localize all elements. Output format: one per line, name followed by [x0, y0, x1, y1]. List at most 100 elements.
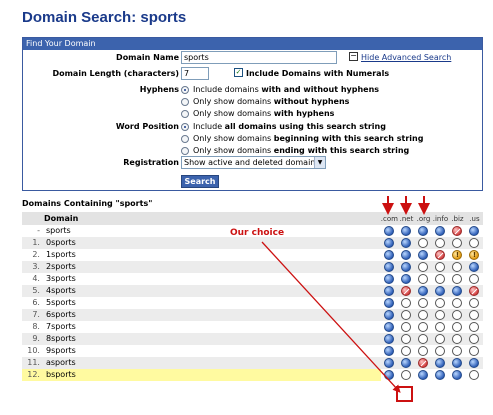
taken-globe-icon[interactable]: [435, 357, 446, 368]
taken-globe-icon[interactable]: [384, 321, 395, 332]
available-circle-icon[interactable]: [418, 333, 429, 344]
taken-globe-icon[interactable]: [418, 249, 429, 260]
taken-globe-icon[interactable]: [401, 261, 412, 272]
registration-label: Registration: [123, 158, 179, 167]
available-circle-icon[interactable]: [435, 321, 446, 332]
taken-globe-icon[interactable]: [418, 369, 429, 380]
deleted-no-icon[interactable]: [401, 285, 412, 296]
collapse-icon[interactable]: −: [349, 52, 358, 61]
taken-globe-icon[interactable]: [384, 285, 395, 296]
available-circle-icon[interactable]: [469, 309, 480, 320]
available-circle-icon[interactable]: [418, 237, 429, 248]
deleted-no-icon[interactable]: [418, 357, 429, 368]
taken-globe-icon[interactable]: [418, 285, 429, 296]
available-circle-icon[interactable]: [418, 345, 429, 356]
available-circle-icon[interactable]: [401, 333, 412, 344]
taken-globe-icon[interactable]: [435, 225, 446, 236]
hyphens-radio-1[interactable]: [181, 98, 189, 106]
warning-icon[interactable]: [469, 249, 480, 260]
taken-globe-icon[interactable]: [452, 285, 463, 296]
available-circle-icon[interactable]: [452, 333, 463, 344]
taken-globe-icon[interactable]: [384, 237, 395, 248]
word-position-option-prefix: Only show domains: [193, 134, 274, 143]
taken-globe-icon[interactable]: [401, 273, 412, 284]
available-circle-icon[interactable]: [435, 345, 446, 356]
taken-globe-icon[interactable]: [401, 249, 412, 260]
hyphens-radio-2[interactable]: [181, 110, 189, 118]
taken-globe-icon[interactable]: [469, 225, 480, 236]
tld-cell-biz: [448, 225, 466, 237]
available-circle-icon[interactable]: [418, 321, 429, 332]
taken-globe-icon[interactable]: [384, 273, 395, 284]
available-circle-icon[interactable]: [435, 309, 446, 320]
available-circle-icon[interactable]: [469, 321, 480, 332]
deleted-no-icon[interactable]: [469, 285, 480, 296]
available-circle-icon[interactable]: [452, 273, 463, 284]
word-position-option-emphasis: beginning with this search string: [273, 134, 424, 143]
available-circle-icon[interactable]: [469, 369, 480, 380]
domain-name-input[interactable]: sports: [181, 51, 337, 64]
domain-name-cell: 9sports: [43, 345, 381, 357]
available-circle-icon[interactable]: [418, 273, 429, 284]
taken-globe-icon[interactable]: [435, 285, 446, 296]
taken-globe-icon[interactable]: [384, 249, 395, 260]
available-circle-icon[interactable]: [401, 321, 412, 332]
deleted-no-icon[interactable]: [452, 225, 463, 236]
available-circle-icon[interactable]: [435, 261, 446, 272]
taken-globe-icon[interactable]: [384, 297, 395, 308]
tld-cell-info: [431, 261, 449, 273]
available-circle-icon[interactable]: [401, 369, 412, 380]
available-circle-icon[interactable]: [435, 333, 446, 344]
available-circle-icon[interactable]: [418, 261, 429, 272]
taken-globe-icon[interactable]: [384, 369, 395, 380]
taken-globe-icon[interactable]: [384, 225, 395, 236]
available-circle-icon[interactable]: [452, 261, 463, 272]
taken-globe-icon[interactable]: [384, 261, 395, 272]
hide-advanced-search-link[interactable]: Hide Advanced Search: [361, 53, 451, 62]
row-number: 2.: [22, 249, 44, 261]
taken-globe-icon[interactable]: [452, 369, 463, 380]
taken-globe-icon[interactable]: [384, 345, 395, 356]
taken-globe-icon[interactable]: [401, 237, 412, 248]
available-circle-icon[interactable]: [452, 309, 463, 320]
available-circle-icon[interactable]: [401, 309, 412, 320]
available-circle-icon[interactable]: [469, 333, 480, 344]
available-circle-icon[interactable]: [469, 237, 480, 248]
available-circle-icon[interactable]: [452, 345, 463, 356]
tld-cell-org: [414, 345, 432, 357]
available-circle-icon[interactable]: [435, 273, 446, 284]
available-circle-icon[interactable]: [452, 321, 463, 332]
word-position-radio-0[interactable]: [181, 123, 189, 131]
domain-length-input[interactable]: 7: [181, 67, 209, 80]
taken-globe-icon[interactable]: [401, 357, 412, 368]
available-circle-icon[interactable]: [469, 297, 480, 308]
taken-globe-icon[interactable]: [384, 309, 395, 320]
available-circle-icon[interactable]: [435, 297, 446, 308]
available-circle-icon[interactable]: [469, 345, 480, 356]
taken-globe-icon[interactable]: [418, 225, 429, 236]
available-circle-icon[interactable]: [452, 297, 463, 308]
search-button[interactable]: Search: [181, 175, 219, 188]
domain-name-cell: 8sports: [43, 333, 381, 345]
available-circle-icon[interactable]: [418, 309, 429, 320]
warning-icon[interactable]: [452, 249, 463, 260]
deleted-no-icon[interactable]: [435, 249, 446, 260]
word-position-radio-1[interactable]: [181, 135, 189, 143]
include-numerals-checkbox[interactable]: ✓: [234, 68, 243, 77]
taken-globe-icon[interactable]: [384, 357, 395, 368]
taken-globe-icon[interactable]: [452, 357, 463, 368]
available-circle-icon[interactable]: [435, 237, 446, 248]
taken-globe-icon[interactable]: [469, 357, 480, 368]
available-circle-icon[interactable]: [418, 297, 429, 308]
available-circle-icon[interactable]: [401, 297, 412, 308]
taken-globe-icon[interactable]: [384, 333, 395, 344]
registration-select[interactable]: Show active and deleted domains ▼: [181, 156, 326, 169]
available-circle-icon[interactable]: [469, 273, 480, 284]
taken-globe-icon[interactable]: [401, 225, 412, 236]
taken-globe-icon[interactable]: [435, 369, 446, 380]
taken-globe-icon[interactable]: [469, 261, 480, 272]
word-position-radio-2[interactable]: [181, 147, 189, 155]
hyphens-radio-0[interactable]: [181, 86, 189, 94]
available-circle-icon[interactable]: [401, 345, 412, 356]
available-circle-icon[interactable]: [452, 237, 463, 248]
